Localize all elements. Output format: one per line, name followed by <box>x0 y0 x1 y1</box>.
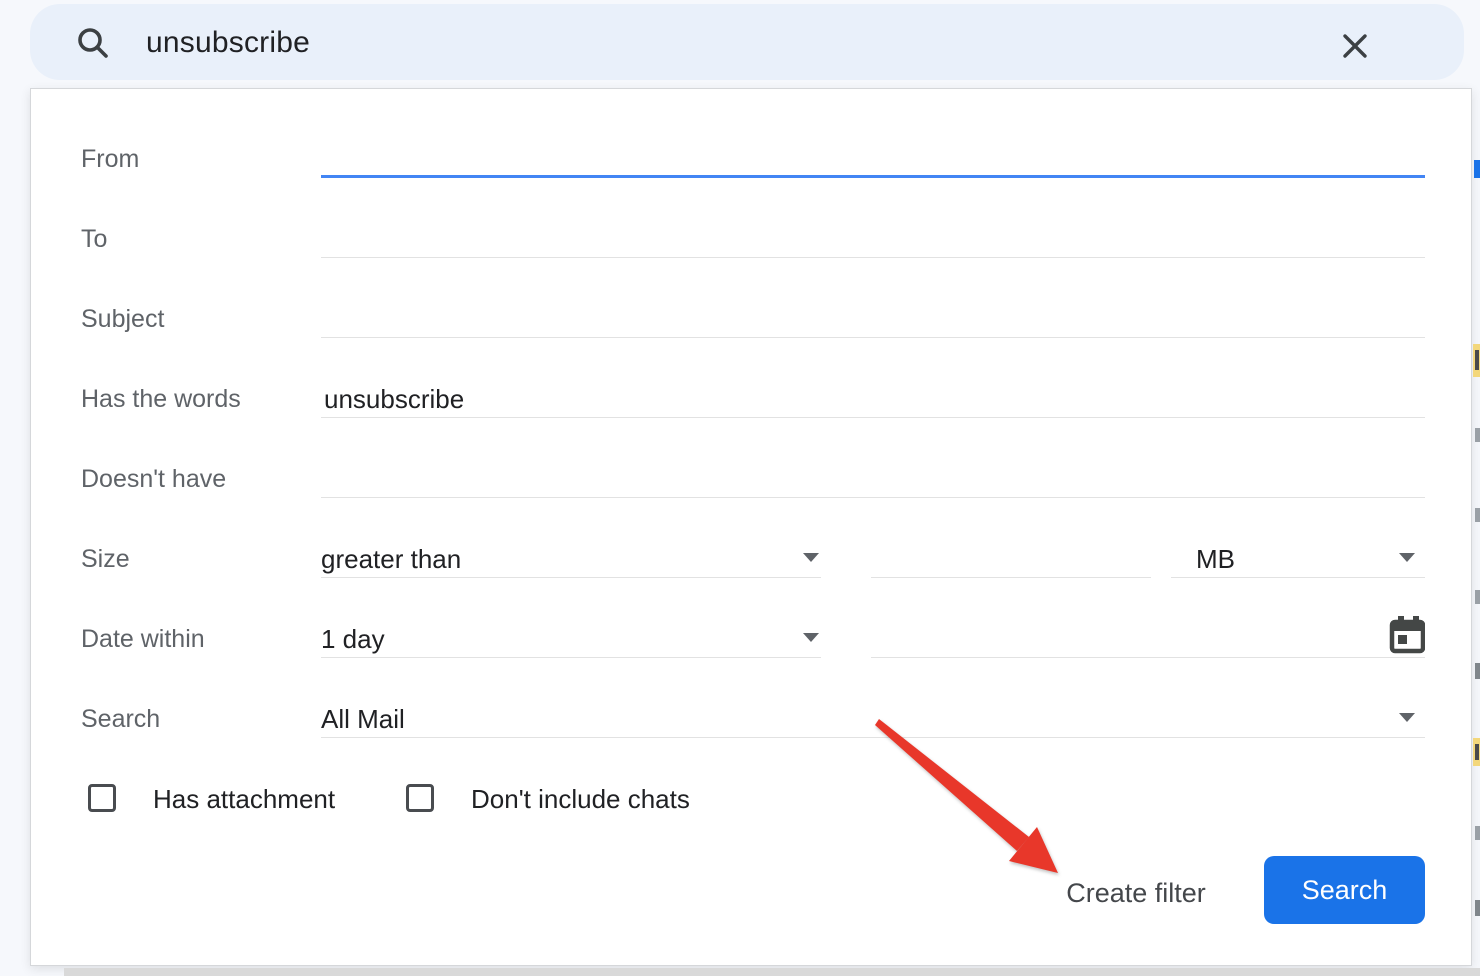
size-unit-select[interactable]: MB <box>1196 542 1235 576</box>
size-comparator-underline <box>321 577 821 578</box>
to-label: To <box>81 222 107 256</box>
create-filter-button[interactable]: Create filter <box>1036 873 1236 913</box>
search-button[interactable]: Search <box>1264 856 1425 924</box>
search-input[interactable]: unsubscribe <box>146 26 310 60</box>
background-fragment <box>1475 826 1480 840</box>
date-period-underline <box>321 657 821 658</box>
size-amount-underline <box>871 577 1151 578</box>
dont-include-chats-label: Don't include chats <box>471 782 690 816</box>
search-filter-dialog: From To Subject Has the words unsubscrib… <box>30 88 1472 966</box>
to-underline <box>321 257 1425 258</box>
has-words-label: Has the words <box>81 382 241 416</box>
search-scope-underline <box>321 737 1425 738</box>
gmail-search-bar[interactable]: unsubscribe <box>30 4 1464 80</box>
dont-include-chats-checkbox[interactable] <box>406 784 434 812</box>
doesnt-have-label: Doesn't have <box>81 462 226 496</box>
from-label: From <box>81 142 139 176</box>
background-fragment <box>1475 508 1480 522</box>
background-fragment <box>1475 350 1479 370</box>
close-icon[interactable] <box>1338 29 1372 68</box>
search-scope-label: Search <box>81 702 160 736</box>
size-unit-underline <box>1171 577 1425 578</box>
from-underline <box>321 175 1425 178</box>
background-fragment <box>1475 900 1480 916</box>
has-attachment-label: Has attachment <box>153 782 335 816</box>
background-fragment <box>1475 744 1479 760</box>
background-fragment <box>1475 590 1480 604</box>
has-attachment-checkbox[interactable] <box>88 784 116 812</box>
date-value-underline <box>871 657 1425 658</box>
calendar-icon[interactable] <box>1389 616 1425 659</box>
date-period-chevron-down-icon[interactable] <box>803 633 819 642</box>
background-bottom-strip <box>64 968 1480 976</box>
background-fragment <box>1475 663 1480 679</box>
has-words-underline <box>321 417 1425 418</box>
size-label: Size <box>81 542 130 576</box>
doesnt-have-underline <box>321 497 1425 498</box>
background-fragment <box>1474 160 1480 178</box>
size-comparator-chevron-down-icon[interactable] <box>803 553 819 562</box>
search-scope-select[interactable]: All Mail <box>321 702 405 736</box>
date-period-select[interactable]: 1 day <box>321 622 385 656</box>
subject-underline <box>321 337 1425 338</box>
size-comparator-select[interactable]: greater than <box>321 542 461 576</box>
search-scope-chevron-down-icon[interactable] <box>1399 713 1415 722</box>
subject-label: Subject <box>81 302 164 336</box>
has-words-input[interactable]: unsubscribe <box>324 382 464 416</box>
size-unit-chevron-down-icon[interactable] <box>1399 553 1415 562</box>
search-icon <box>74 24 114 69</box>
date-within-label: Date within <box>81 622 205 656</box>
background-fragment <box>1475 428 1480 442</box>
